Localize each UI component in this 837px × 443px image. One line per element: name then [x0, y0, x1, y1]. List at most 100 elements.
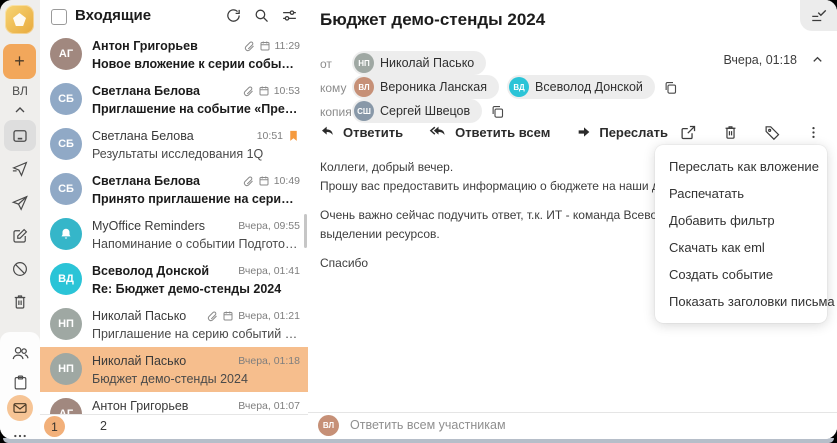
cc-label: копия [320, 105, 352, 119]
list-item[interactable]: СБ Светлана Белова 10:49 Принято приглаш… [40, 167, 308, 213]
copy-recipients-icon[interactable] [663, 80, 678, 95]
sender: Николай Пасько [92, 308, 187, 323]
subject: Новое вложение к серии событий «Аналити… [92, 57, 300, 71]
outbox-icon[interactable] [0, 194, 40, 212]
more-icon[interactable] [0, 428, 40, 439]
subject: Приглашение на серию событий «Демо стен… [92, 327, 300, 341]
timestamp: Вчера, 01:21 [238, 309, 300, 322]
attachment-icon [242, 175, 254, 187]
avatar: НП [50, 353, 82, 385]
to-chip[interactable]: ВЛ Вероника Ланская [352, 75, 500, 99]
filter-icon[interactable] [281, 7, 298, 24]
reply-all-icon [429, 124, 448, 140]
kebab-menu-icon[interactable] [806, 125, 821, 140]
app-window: + ВЛ Входящие АГ Антон Григорьев 11:29 Н… [0, 0, 837, 439]
folder-title: Входящие [75, 7, 152, 24]
reply-all-label: Ответить всем [455, 124, 551, 140]
avatar: НП [50, 308, 82, 340]
forward-button[interactable]: Переслать [576, 124, 668, 140]
email-rows: АГ Антон Григорьев 11:29 Новое вложение … [40, 32, 308, 415]
inbox-icon[interactable] [0, 127, 40, 145]
event-icon [259, 40, 271, 52]
menu-item-show-headers[interactable]: Показать заголовки письма [655, 288, 835, 315]
reply-all-button[interactable]: Ответить всем [429, 124, 550, 140]
refresh-icon[interactable] [225, 7, 242, 24]
open-in-new-window-icon[interactable] [680, 124, 697, 141]
sent-icon[interactable] [0, 160, 40, 178]
sender: Светлана Белова [92, 173, 200, 188]
list-item[interactable]: СБ Светлана Белова 10:51 Результаты иссл… [40, 122, 308, 168]
avatar: СБ [50, 83, 82, 115]
spam-icon[interactable] [0, 260, 40, 278]
attachment-icon [243, 40, 255, 52]
delete-icon[interactable] [722, 124, 739, 141]
sender: Николай Пасько [92, 353, 187, 368]
to-chip[interactable]: ВД Всеволод Донской [507, 75, 655, 99]
event-icon [258, 85, 270, 97]
search-icon[interactable] [253, 7, 270, 24]
from-chip[interactable]: НП Николай Пасько [352, 51, 487, 75]
avatar: НП [354, 53, 374, 73]
reply-button[interactable]: Ответить [320, 124, 403, 140]
avatar: ВД [50, 263, 82, 295]
list-header: Входящие [40, 0, 308, 32]
subject: Re: Бюджет демо-стенды 2024 [92, 282, 282, 296]
mail-app-icon[interactable] [7, 395, 33, 421]
sender: Антон Григорьев [92, 38, 198, 53]
context-menu: Переслать как вложение Распечатать Добав… [655, 145, 835, 323]
pagination: 1 2 [40, 414, 308, 439]
collapse-folders-icon[interactable] [0, 102, 40, 118]
contact-name: Сергей Швецов [380, 104, 471, 118]
subject: Результаты исследования 1Q [92, 147, 264, 161]
list-item[interactable]: АГ Антон Григорьев 11:29 Новое вложение … [40, 32, 308, 78]
list-item[interactable]: ВД Всеволод Донской Вчера, 01:41 Re: Бюд… [40, 257, 308, 303]
calendar-icon[interactable] [0, 374, 40, 391]
avatar: ВЛ [354, 77, 374, 97]
select-all-checkbox[interactable] [51, 9, 67, 25]
copy-cc-icon[interactable] [490, 104, 505, 119]
quick-reply-bar[interactable]: ВЛ Ответить всем участникам [308, 412, 837, 439]
message-title: Бюджет демо-стенды 2024 [320, 10, 546, 29]
list-item[interactable]: НП Николай Пасько Вчера, 01:21 Приглашен… [40, 302, 308, 348]
user-avatar[interactable]: ВЛ [0, 84, 40, 98]
desktop: + ВЛ Входящие АГ Антон Григорьев 11:29 Н… [0, 0, 837, 443]
contact-name: Николай Пасько [380, 56, 475, 70]
drafts-icon[interactable] [0, 227, 40, 245]
list-item[interactable]: АГ Антон Григорьев Вчера, 01:07 [40, 392, 308, 415]
list-item[interactable]: СБ Светлана Белова 10:53 Приглашение на … [40, 77, 308, 123]
collapse-header-icon[interactable] [810, 52, 825, 67]
avatar: СБ [50, 128, 82, 160]
page-2-button[interactable]: 2 [100, 419, 107, 433]
menu-item-forward-as-attachment[interactable]: Переслать как вложение [655, 153, 827, 180]
checklist-icon[interactable] [800, 0, 837, 31]
flag-icon[interactable] [287, 129, 300, 143]
subject: Приглашение на событие «Предварительно… [92, 102, 300, 116]
message-toolbar: Ответить Ответить всем Переслать [320, 118, 668, 146]
subject: Напоминание о событии Подготовить отчет… [92, 237, 300, 251]
list-item-selected[interactable]: НП Николай Пасько Вчера, 01:18 Бюджет де… [40, 347, 308, 393]
compose-new-button[interactable]: + [3, 44, 36, 79]
from-label: от [320, 57, 332, 71]
list-item[interactable]: MyOffice Reminders Вчера, 09:55 Напомина… [40, 212, 308, 258]
menu-item-print[interactable]: Распечатать [655, 180, 827, 207]
app-logo-icon [5, 5, 34, 34]
timestamp: Вчера, 09:55 [238, 219, 300, 232]
menu-item-add-filter[interactable]: Добавить фильтр [655, 207, 827, 234]
contact-name: Вероника Ланская [380, 80, 488, 94]
reply-label: Ответить [343, 124, 404, 140]
trash-icon[interactable] [0, 293, 40, 311]
forward-icon [576, 124, 592, 140]
tag-icon[interactable] [764, 124, 781, 141]
list-scrollbar[interactable] [304, 214, 307, 248]
menu-item-create-event[interactable]: Создать событие [655, 261, 827, 288]
avatar: СБ [50, 173, 82, 205]
sender: Антон Григорьев [92, 398, 189, 413]
contacts-icon[interactable] [0, 344, 40, 363]
sender: MyOffice Reminders [92, 218, 205, 233]
attachment-icon [206, 310, 218, 322]
page-1-button[interactable]: 1 [44, 416, 65, 437]
quick-reply-placeholder: Ответить всем участникам [350, 418, 506, 432]
to-label: кому [320, 81, 347, 95]
timestamp: Вчера, 01:18 [238, 354, 300, 367]
menu-item-download-eml[interactable]: Скачать как eml [655, 234, 827, 261]
